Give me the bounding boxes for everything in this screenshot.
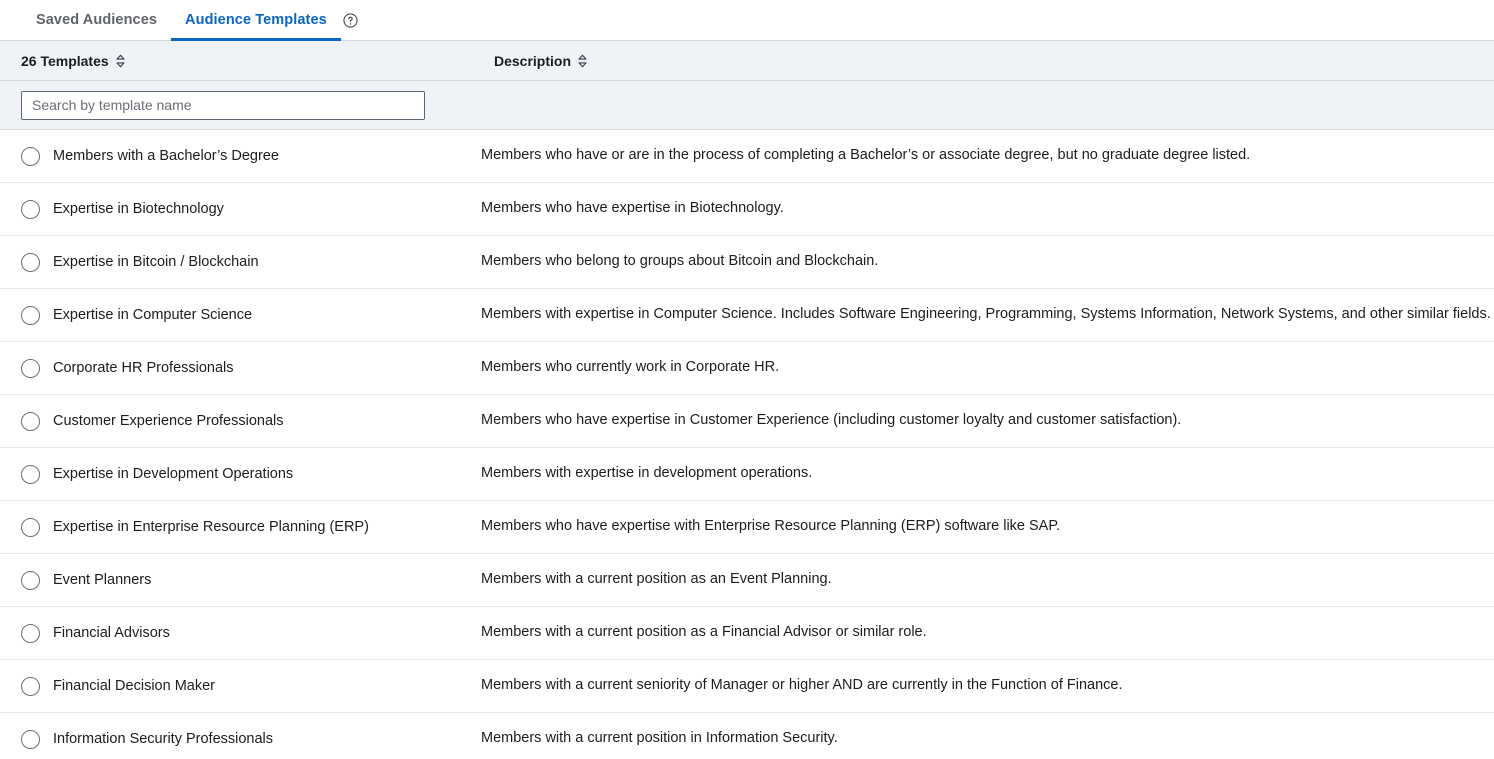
table-row[interactable]: Members with a Bachelor’s Degree Members … (0, 130, 1494, 183)
template-description-cell: Members with a current position as a Fin… (473, 624, 1494, 642)
template-name-cell: Customer Experience Professionals (0, 412, 473, 431)
template-description-cell: Members with a current position in Infor… (473, 730, 1494, 748)
tab-bar: Saved Audiences Audience Templates (0, 0, 1494, 41)
templates-table: 26 Templates Description Members with a … (0, 41, 1494, 759)
table-row[interactable]: Customer Experience Professionals Members… (0, 395, 1494, 448)
template-name-label: Expertise in Computer Science (53, 307, 252, 323)
template-description-cell: Members with a current position as an Ev… (473, 571, 1494, 589)
template-name-label: Expertise in Development Operations (53, 466, 293, 482)
table-row[interactable]: Expertise in Bitcoin / Blockchain Members… (0, 236, 1494, 289)
template-radio-button[interactable] (21, 359, 40, 378)
table-row[interactable]: Corporate HR Professionals Members who cu… (0, 342, 1494, 395)
table-row[interactable]: Expertise in Biotechnology Members who ha… (0, 183, 1494, 236)
template-description-cell: Members with expertise in Computer Scien… (473, 306, 1494, 324)
tab-saved-audiences-label: Saved Audiences (36, 12, 157, 28)
table-body: Members with a Bachelor’s Degree Members … (0, 130, 1494, 759)
template-radio-button[interactable] (21, 412, 40, 431)
template-radio-button[interactable] (21, 200, 40, 219)
template-name-label: Information Security Professionals (53, 731, 273, 747)
tab-audience-templates[interactable]: Audience Templates (171, 0, 341, 40)
column-header-description[interactable]: Description (473, 53, 1494, 69)
template-name-label: Event Planners (53, 572, 151, 588)
help-button[interactable] (341, 0, 364, 40)
table-row[interactable]: Information Security Professionals Member… (0, 713, 1494, 759)
template-description-cell: Members who currently work in Corporate … (473, 359, 1494, 377)
template-radio-button[interactable] (21, 571, 40, 590)
column-header-templates-label: 26 Templates (21, 53, 109, 69)
template-radio-button[interactable] (21, 147, 40, 166)
sort-chevron-icon (115, 54, 126, 68)
table-row[interactable]: Financial Decision Maker Members with a c… (0, 660, 1494, 713)
tab-saved-audiences[interactable]: Saved Audiences (22, 0, 171, 40)
table-row[interactable]: Event Planners Members with a current pos… (0, 554, 1494, 607)
template-name-label: Expertise in Bitcoin / Blockchain (53, 254, 259, 270)
table-row[interactable]: Financial Advisors Members with a current… (0, 607, 1494, 660)
template-name-label: Corporate HR Professionals (53, 360, 234, 376)
template-description-cell: Members who have or are in the process o… (473, 147, 1494, 165)
template-name-cell: Corporate HR Professionals (0, 359, 473, 378)
template-description-cell: Members who have expertise with Enterpri… (473, 518, 1494, 536)
template-radio-button[interactable] (21, 465, 40, 484)
template-name-label: Financial Decision Maker (53, 678, 215, 694)
sort-chevron-icon (577, 54, 588, 68)
table-header-row: 26 Templates Description (0, 41, 1494, 81)
template-radio-button[interactable] (21, 306, 40, 325)
template-description-cell: Members who have expertise in Customer E… (473, 412, 1494, 430)
template-name-cell: Information Security Professionals (0, 730, 473, 749)
template-name-cell: Expertise in Bitcoin / Blockchain (0, 253, 473, 272)
template-description-cell: Members who belong to groups about Bitco… (473, 253, 1494, 271)
template-radio-button[interactable] (21, 677, 40, 696)
template-radio-button[interactable] (21, 730, 40, 749)
template-radio-button[interactable] (21, 253, 40, 272)
template-name-cell: Expertise in Computer Science (0, 306, 473, 325)
template-name-cell: Expertise in Biotechnology (0, 200, 473, 219)
template-description-cell: Members with expertise in development op… (473, 465, 1494, 483)
tab-audience-templates-label: Audience Templates (185, 12, 327, 28)
search-row (0, 81, 1494, 130)
template-name-label: Customer Experience Professionals (53, 413, 284, 429)
template-name-cell: Event Planners (0, 571, 473, 590)
column-header-templates[interactable]: 26 Templates (0, 53, 473, 69)
template-description-cell: Members with a current seniority of Mana… (473, 677, 1494, 695)
template-radio-button[interactable] (21, 518, 40, 537)
template-name-label: Members with a Bachelor’s Degree (53, 148, 279, 164)
template-description-cell: Members who have expertise in Biotechnol… (473, 200, 1494, 218)
table-row[interactable]: Expertise in Computer Science Members wit… (0, 289, 1494, 342)
template-name-label: Financial Advisors (53, 625, 170, 641)
template-radio-button[interactable] (21, 624, 40, 643)
table-row[interactable]: Expertise in Development Operations Membe… (0, 448, 1494, 501)
template-name-cell: Expertise in Enterprise Resource Plannin… (0, 518, 473, 537)
help-circle-icon (343, 13, 358, 28)
template-name-cell: Financial Decision Maker (0, 677, 473, 696)
template-name-cell: Expertise in Development Operations (0, 465, 473, 484)
template-name-cell: Financial Advisors (0, 624, 473, 643)
column-header-description-label: Description (494, 53, 571, 69)
search-input[interactable] (21, 91, 425, 120)
table-row[interactable]: Expertise in Enterprise Resource Plannin… (0, 501, 1494, 554)
template-name-label: Expertise in Biotechnology (53, 201, 224, 217)
template-name-label: Expertise in Enterprise Resource Plannin… (53, 519, 369, 535)
template-name-cell: Members with a Bachelor’s Degree (0, 147, 473, 166)
